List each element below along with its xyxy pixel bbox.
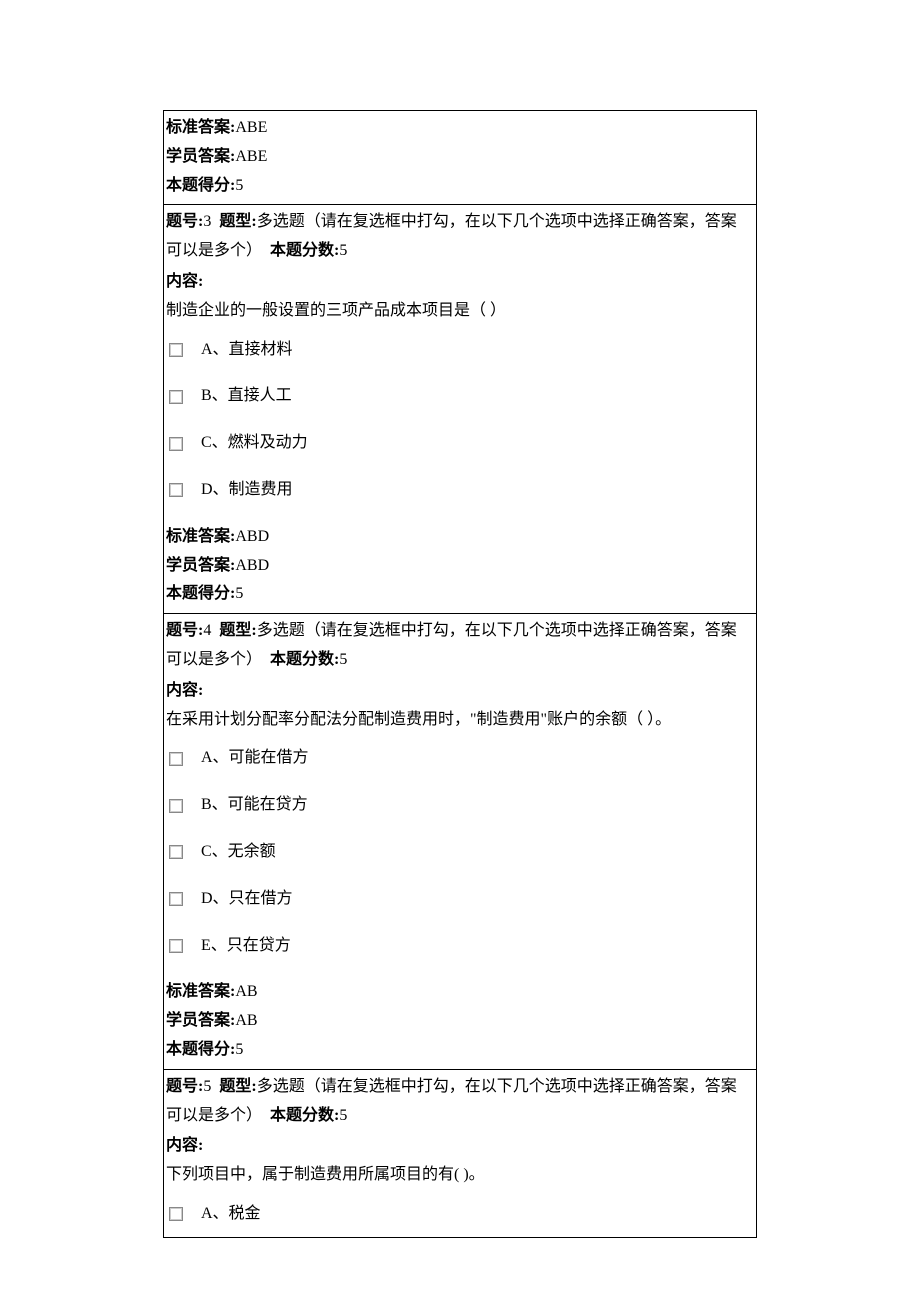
content-label: 内容: xyxy=(166,1132,752,1161)
student-answer-label: 学员答案: xyxy=(166,148,235,165)
question-type-label: 题型: xyxy=(219,622,256,639)
q5-option-a: A、税金 xyxy=(201,1200,261,1229)
checkbox-icon[interactable] xyxy=(169,1207,183,1221)
q4-option-c-row: C、无余额 xyxy=(166,838,752,867)
question-no-label: 题号: xyxy=(166,1078,203,1095)
q2-standard-answer: ABE xyxy=(235,119,267,136)
q4-stem: 在采用计划分配率分配法分配制造费用时，"制造费用"账户的余额（ ）。 xyxy=(166,706,752,735)
q3-option-c-row: C、燃料及动力 xyxy=(166,429,752,458)
student-answer-label: 学员答案: xyxy=(166,1012,235,1029)
q5-cell: 题号:5 题型:多选题（请在复选框中打勾，在以下几个选项中选择正确答案，答案可以… xyxy=(164,1069,757,1237)
q3-no: 3 xyxy=(203,213,211,230)
checkbox-icon[interactable] xyxy=(169,437,183,451)
q4-option-a-row: A、可能在借方 xyxy=(166,744,752,773)
checkbox-icon[interactable] xyxy=(169,799,183,813)
question-score-label: 本题分数: xyxy=(270,1107,339,1124)
checkbox-icon[interactable] xyxy=(169,752,183,766)
q3-option-d: D、制造费用 xyxy=(201,476,293,505)
q4-option-c: C、无余额 xyxy=(201,838,276,867)
q4-standard-answer: AB xyxy=(235,983,257,1000)
q5-option-a-row: A、税金 xyxy=(166,1200,752,1229)
q3-score: 5 xyxy=(339,242,347,259)
checkbox-icon[interactable] xyxy=(169,845,183,859)
q4-option-d-row: D、只在借方 xyxy=(166,885,752,914)
question-score-label: 本题分数: xyxy=(270,651,339,668)
checkbox-icon[interactable] xyxy=(169,892,183,906)
question-no-label: 题号: xyxy=(166,213,203,230)
q3-option-d-row: D、制造费用 xyxy=(166,476,752,505)
q2-score: 5 xyxy=(235,177,243,194)
q4-option-a: A、可能在借方 xyxy=(201,744,309,773)
content-label: 内容: xyxy=(166,677,752,706)
question-score-label: 本题分数: xyxy=(270,242,339,259)
q5-stem: 下列项目中，属于制造费用所属项目的有( )。 xyxy=(166,1161,752,1190)
standard-answer-label: 标准答案: xyxy=(166,119,235,136)
q4-student-answer: AB xyxy=(235,1012,257,1029)
standard-answer-label: 标准答案: xyxy=(166,983,235,1000)
q2-student-answer: ABE xyxy=(235,148,267,165)
q3-stem: 制造企业的一般设置的三项产品成本项目是（ ） xyxy=(166,297,752,326)
q3-option-a: A、直接材料 xyxy=(201,336,293,365)
q3-option-b: B、直接人工 xyxy=(201,382,292,411)
checkbox-icon[interactable] xyxy=(169,483,183,497)
q4-option-e: E、只在贷方 xyxy=(201,932,291,961)
checkbox-icon[interactable] xyxy=(169,390,183,404)
q3-obtained: 5 xyxy=(235,585,243,602)
q3-cell: 题号:3 题型:多选题（请在复选框中打勾，在以下几个选项中选择正确答案，答案可以… xyxy=(164,205,757,614)
checkbox-icon[interactable] xyxy=(169,939,183,953)
q4-option-b-row: B、可能在贷方 xyxy=(166,791,752,820)
q3-option-c: C、燃料及动力 xyxy=(201,429,308,458)
q4-cell: 题号:4 题型:多选题（请在复选框中打勾，在以下几个选项中选择正确答案，答案可以… xyxy=(164,614,757,1070)
q3-student-answer: ABD xyxy=(235,557,269,574)
q4-option-e-row: E、只在贷方 xyxy=(166,932,752,961)
q2-answer-cell: 标准答案:ABE 学员答案:ABE 本题得分:5 xyxy=(164,111,757,205)
checkbox-icon[interactable] xyxy=(169,343,183,357)
q4-score: 5 xyxy=(339,651,347,668)
questions-table: 标准答案:ABE 学员答案:ABE 本题得分:5 题号:3 题型:多选题（请在复… xyxy=(163,110,757,1238)
q3-standard-answer: ABD xyxy=(235,528,269,545)
question-type-label: 题型: xyxy=(219,213,256,230)
score-obtained-label: 本题得分: xyxy=(166,1041,235,1058)
q3-option-a-row: A、直接材料 xyxy=(166,336,752,365)
q3-option-b-row: B、直接人工 xyxy=(166,382,752,411)
question-no-label: 题号: xyxy=(166,622,203,639)
score-obtained-label: 本题得分: xyxy=(166,177,235,194)
q4-obtained: 5 xyxy=(235,1041,243,1058)
student-answer-label: 学员答案: xyxy=(166,557,235,574)
standard-answer-label: 标准答案: xyxy=(166,528,235,545)
q4-option-d: D、只在借方 xyxy=(201,885,293,914)
score-obtained-label: 本题得分: xyxy=(166,585,235,602)
content-label: 内容: xyxy=(166,268,752,297)
q5-score: 5 xyxy=(339,1107,347,1124)
question-type-label: 题型: xyxy=(219,1078,256,1095)
q4-no: 4 xyxy=(203,622,211,639)
q4-option-b: B、可能在贷方 xyxy=(201,791,308,820)
q5-no: 5 xyxy=(203,1078,211,1095)
